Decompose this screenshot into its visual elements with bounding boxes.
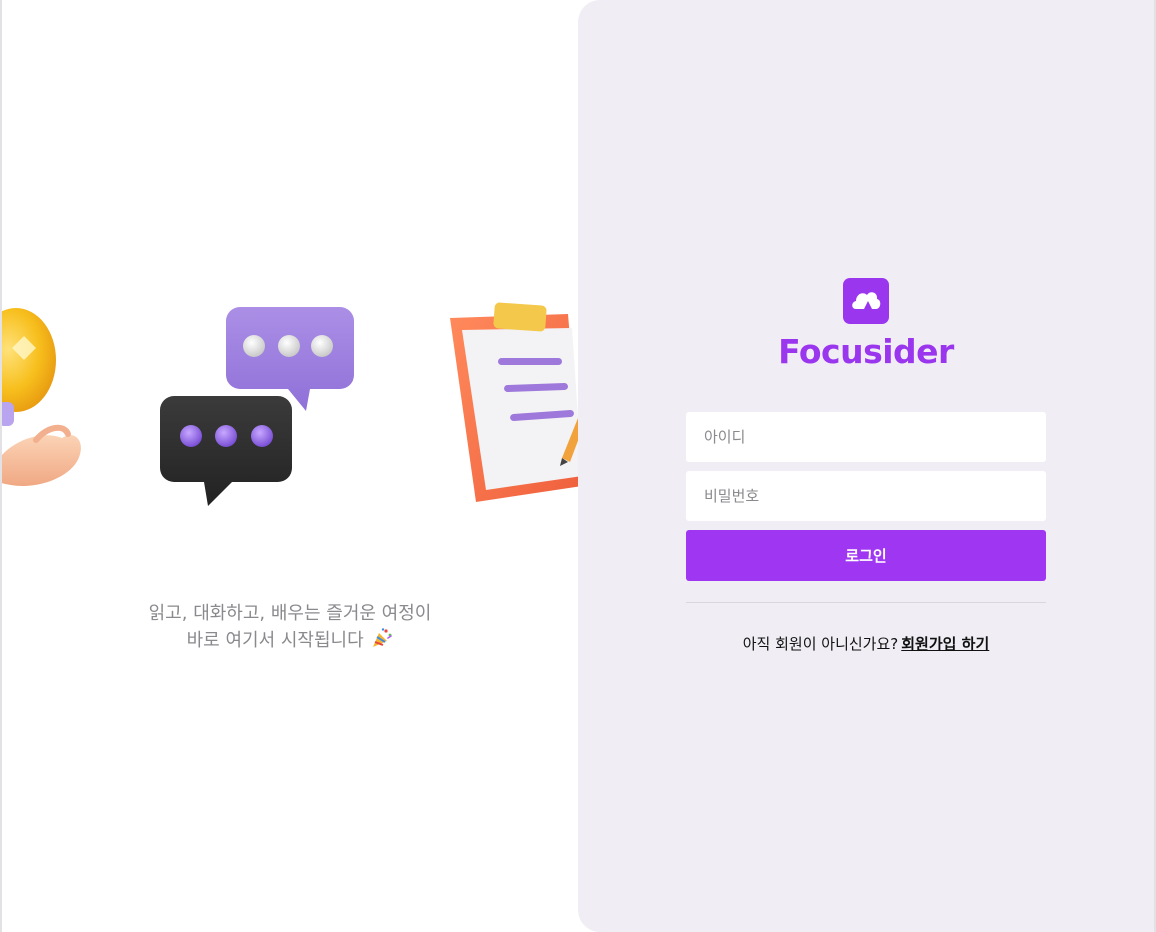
party-popper-icon: [373, 628, 393, 647]
signup-prompt-text: 아직 회원이 아니신가요?: [742, 635, 899, 653]
brand-logo: Focusider: [578, 278, 1154, 372]
login-page: 읽고, 대화하고, 배우는 즐거운 여정이 바로 여기서 시작됩니다 Focus…: [0, 0, 1156, 932]
signup-prompt-row: 아직 회원이 아니신가요? 회원가입 하기: [686, 633, 1046, 654]
promo-tagline: 읽고, 대화하고, 배우는 즐거운 여정이 바로 여기서 시작됩니다: [2, 600, 578, 654]
lightbulb-in-hand-icon: [2, 308, 81, 486]
id-input[interactable]: [686, 412, 1046, 462]
tagline-line-1: 읽고, 대화하고, 배우는 즐거운 여정이: [148, 603, 432, 624]
login-form: 로그인 아직 회원이 아니신가요?회원가입 하기: [686, 412, 1046, 654]
promo-section: 읽고, 대화하고, 배우는 즐거운 여정이 바로 여기서 시작됩니다: [2, 0, 578, 932]
password-input[interactable]: [686, 471, 1046, 521]
brand-name: Focusider: [778, 332, 954, 371]
login-button[interactable]: 로그인: [686, 530, 1046, 581]
form-divider: [686, 602, 1046, 603]
tagline-line-2-text: 바로 여기서 시작됩니다: [186, 630, 364, 651]
clipboard-checklist-icon: [450, 302, 578, 502]
promo-illustration: [2, 302, 578, 506]
login-panel: Focusider 로그인 아직 회원이 아니신가요?회원가입 하기: [578, 0, 1154, 932]
tagline-line-2: 바로 여기서 시작됩니다: [2, 627, 578, 654]
cloud-logo-icon: [843, 278, 889, 324]
signup-link[interactable]: 회원가입 하기: [901, 635, 989, 653]
chat-bubbles-icon: [160, 307, 354, 506]
